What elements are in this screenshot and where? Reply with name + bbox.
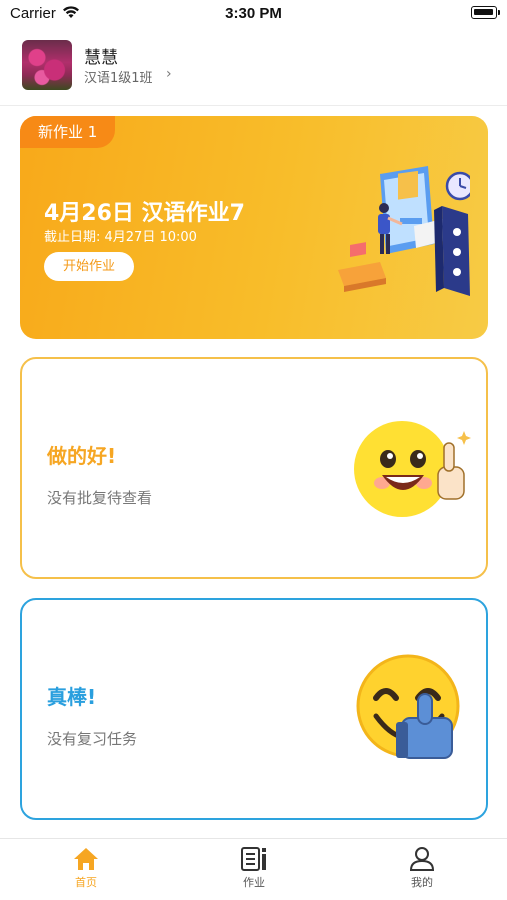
- tab-home-label: 首页: [75, 876, 97, 889]
- happy-like-smiley-icon: [356, 654, 460, 759]
- tab-profile[interactable]: 我的: [382, 847, 462, 890]
- class-name[interactable]: 汉语1级1班: [84, 67, 153, 86]
- battery-icon: [471, 6, 500, 19]
- status-bar: Carrier 3:30 PM: [0, 0, 507, 28]
- status-time: 3:30 PM: [225, 5, 282, 22]
- bottom-tab-bar: 首页 作业 我的: [0, 838, 507, 900]
- homework-deadline: 截止日期: 4月27日 10:00: [44, 230, 197, 245]
- practice-card-subtitle: 没有复习任务: [47, 730, 138, 748]
- tab-home[interactable]: 首页: [46, 847, 126, 890]
- practice-card-title: 真棒!: [47, 685, 97, 709]
- start-homework-button[interactable]: 开始作业: [44, 252, 134, 281]
- review-card-title: 做的好!: [47, 444, 117, 468]
- homework-illustration: [338, 166, 470, 296]
- profile-header[interactable]: 慧慧 汉语1级1班 ›: [0, 32, 507, 106]
- practice-status-card[interactable]: 真棒! 没有复习任务: [20, 598, 488, 820]
- chevron-right-icon[interactable]: ›: [166, 66, 172, 82]
- student-name: 慧慧: [84, 48, 118, 68]
- tab-homework[interactable]: 作业: [214, 847, 294, 890]
- new-homework-card[interactable]: 新作业 1 4月26日 汉语作业7 截止日期: 4月27日 10:00 开始作业: [20, 116, 488, 339]
- tab-profile-label: 我的: [411, 876, 433, 889]
- avatar[interactable]: [22, 40, 72, 90]
- new-homework-badge: 新作业 1: [20, 116, 116, 148]
- homework-title: 4月26日 汉语作业7: [44, 201, 245, 226]
- review-card-subtitle: 没有批复待查看: [47, 489, 153, 507]
- homework-icon: [241, 847, 266, 871]
- thumbs-up-smiley-icon: [354, 421, 471, 517]
- profile-icon: [409, 847, 435, 871]
- tab-homework-label: 作业: [243, 876, 265, 889]
- review-status-card[interactable]: 做的好! 没有批复待查看: [20, 357, 488, 579]
- home-icon: [74, 848, 98, 870]
